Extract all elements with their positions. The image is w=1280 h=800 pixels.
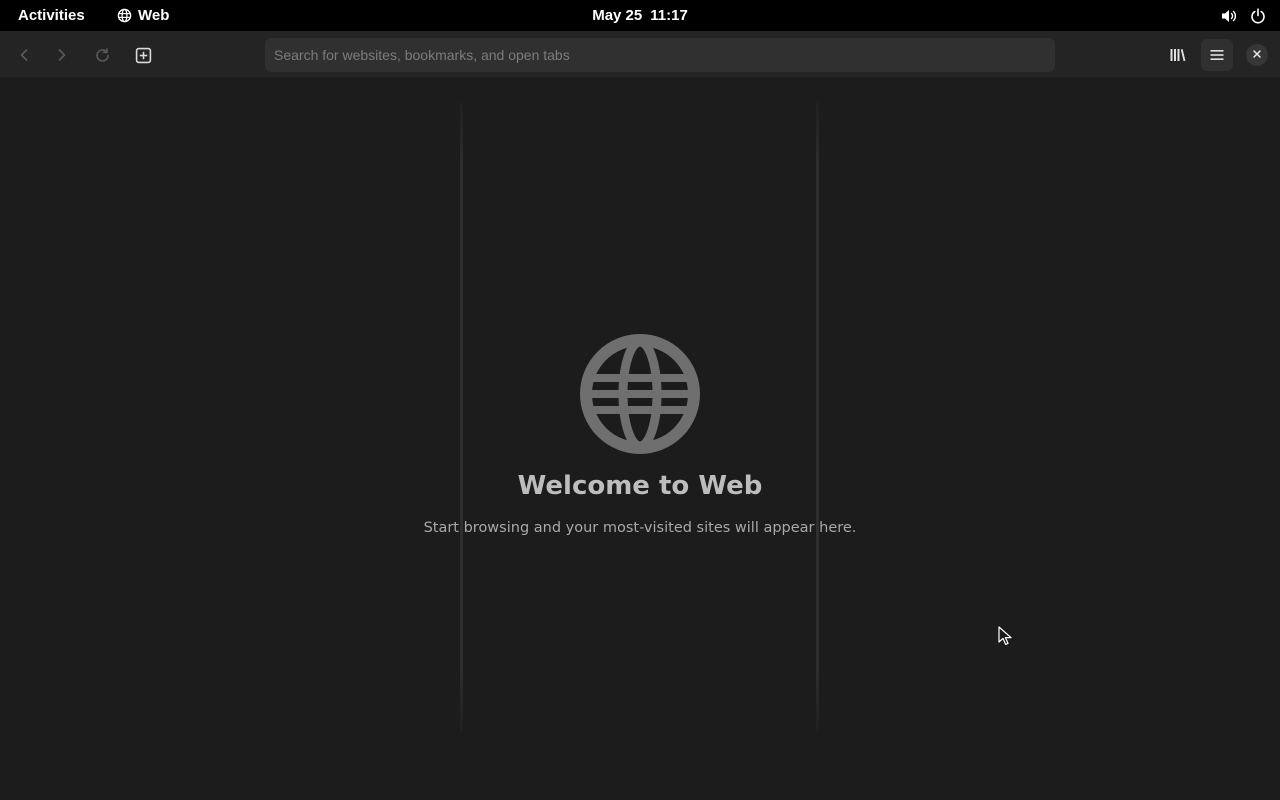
new-tab-icon	[135, 47, 152, 64]
power-icon[interactable]	[1250, 7, 1266, 24]
app-menu-button[interactable]: Web	[117, 0, 169, 31]
main-menu-button[interactable]	[1201, 39, 1233, 71]
clock-date: May 25	[592, 7, 643, 24]
mouse-pointer-icon	[998, 626, 1012, 651]
system-top-bar: Activities Web May 25 11:17	[0, 0, 1280, 31]
globe-icon	[580, 334, 700, 454]
globe-icon	[117, 8, 132, 23]
volume-icon[interactable]	[1220, 8, 1238, 24]
overview-panel-edge-right	[816, 102, 819, 732]
library-button[interactable]	[1161, 39, 1193, 71]
system-tray[interactable]	[1220, 0, 1266, 31]
address-bar[interactable]	[265, 38, 1055, 72]
window-close-button[interactable]	[1246, 44, 1268, 66]
search-input[interactable]	[274, 38, 1055, 72]
library-icon	[1169, 47, 1186, 63]
clock-time: 11:17	[650, 7, 688, 24]
app-menu-label: Web	[138, 7, 170, 24]
overview-panel-edge-left	[460, 102, 463, 732]
back-button[interactable]	[8, 39, 40, 71]
new-tab-button[interactable]	[127, 39, 159, 71]
welcome-subtitle: Start browsing and your most-visited sit…	[423, 520, 857, 536]
welcome-title: Welcome to Web	[517, 471, 763, 501]
forward-arrow-icon	[54, 47, 70, 63]
web-content-area: Welcome to Web Start browsing and your m…	[0, 78, 1280, 800]
reload-icon	[94, 47, 111, 64]
reload-button[interactable]	[86, 39, 118, 71]
browser-header-bar	[0, 31, 1280, 78]
clock-button[interactable]: May 25 11:17	[560, 0, 720, 31]
close-icon	[1252, 46, 1262, 64]
forward-button[interactable]	[46, 39, 78, 71]
activities-button[interactable]: Activities	[18, 0, 85, 31]
hamburger-menu-icon	[1209, 47, 1225, 63]
back-arrow-icon	[16, 47, 32, 63]
